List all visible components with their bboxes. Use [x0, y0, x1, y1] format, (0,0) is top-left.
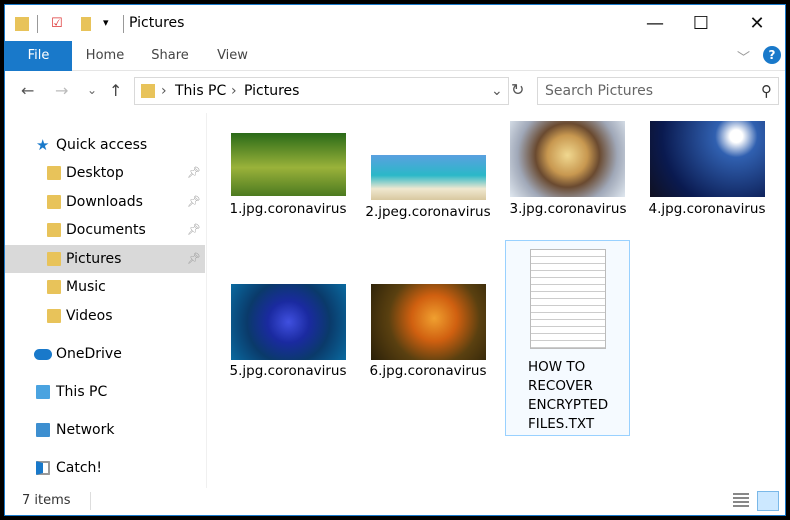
- file-name: 4.jpg.coronavirus: [648, 201, 766, 217]
- tab-view[interactable]: View: [210, 41, 255, 71]
- image-thumbnail: [650, 121, 765, 197]
- up-button[interactable]: ↑: [109, 81, 122, 100]
- sidebar-item-music[interactable]: Music: [5, 273, 205, 301]
- sidebar-item-label: Network: [56, 422, 115, 438]
- folder-pictures-icon: [47, 252, 61, 266]
- sidebar-item-label: Quick access: [56, 137, 148, 153]
- minimize-button[interactable]: —: [635, 11, 675, 37]
- file-name: 2.jpeg.coronavirus: [365, 204, 491, 220]
- address-bar[interactable]: › This PC › Pictures ⌄: [134, 77, 509, 105]
- sidebar-item-pictures[interactable]: Pictures 📌︎: [5, 245, 205, 273]
- expand-ribbon-button[interactable]: ﹀: [737, 47, 750, 66]
- sidebar-item-label: This PC: [56, 384, 108, 400]
- sidebar-item-quick-access[interactable]: ★ Quick access: [5, 131, 205, 159]
- image-thumbnail: [510, 121, 625, 197]
- sidebar-item-videos[interactable]: Videos: [5, 302, 205, 330]
- folder-videos-icon: [47, 309, 61, 323]
- navigation-pane: ★ Quick access Desktop 📌︎ Downloads 📌︎ Docu…: [5, 113, 207, 488]
- close-button[interactable]: ✕: [737, 11, 777, 37]
- text-file-icon: [530, 249, 606, 349]
- image-thumbnail: [371, 155, 486, 200]
- sidebar-item-network[interactable]: Network: [5, 416, 205, 444]
- recent-locations-button[interactable]: ⌄: [87, 83, 97, 97]
- file-item[interactable]: 2.jpeg.coronavirus: [365, 120, 500, 240]
- pin-icon[interactable]: 📌︎: [187, 188, 201, 216]
- sidebar-item-label: OneDrive: [56, 346, 122, 362]
- app-window-icon: [36, 461, 50, 475]
- explorer-window: ☑ ▾ Pictures — ☐ ✕ File Home Share View …: [4, 4, 786, 516]
- tab-file[interactable]: File: [5, 41, 72, 71]
- tab-share[interactable]: Share: [145, 41, 195, 71]
- breadcrumb-separator[interactable]: ›: [231, 78, 237, 104]
- forward-button[interactable]: →: [55, 81, 68, 100]
- pin-icon[interactable]: 📌︎: [187, 245, 201, 273]
- file-item[interactable]: 5.jpg.coronavirus: [230, 280, 360, 400]
- file-name: 1.jpg.coronavirus: [229, 201, 347, 217]
- divider: [90, 492, 91, 510]
- folder-documents-icon: [47, 223, 61, 237]
- large-icons-view-button[interactable]: [757, 491, 779, 511]
- help-button[interactable]: ?: [763, 46, 781, 64]
- network-icon: [36, 423, 50, 437]
- maximize-button[interactable]: ☐: [681, 11, 721, 37]
- pin-icon[interactable]: 📌︎: [187, 216, 201, 244]
- ribbon-tabs: File Home Share View ﹀ ?: [5, 41, 785, 71]
- folder-pictures-icon: [141, 84, 155, 98]
- item-count: 7 items: [22, 493, 71, 508]
- folder-music-icon: [47, 280, 61, 294]
- folder-downloads-icon: [47, 195, 61, 209]
- image-thumbnail: [231, 284, 346, 360]
- tab-home[interactable]: Home: [80, 41, 130, 71]
- file-name: 6.jpg.coronavirus: [369, 363, 487, 379]
- sidebar-item-label: Pictures: [66, 251, 122, 267]
- breadcrumb-pictures[interactable]: Pictures: [244, 78, 299, 104]
- qat-dropdown[interactable]: ▾: [103, 16, 109, 29]
- sidebar-item-documents[interactable]: Documents 📌︎: [5, 216, 205, 244]
- sidebar-item-desktop[interactable]: Desktop 📌︎: [5, 159, 205, 187]
- details-view-button[interactable]: [733, 493, 749, 507]
- file-item-selected[interactable]: HOW TO RECOVER ENCRYPTED FILES.TXT: [505, 240, 630, 436]
- sidebar-item-label: Downloads: [66, 194, 143, 210]
- file-item[interactable]: 1.jpg.coronavirus: [230, 120, 360, 240]
- new-folder-icon[interactable]: [81, 17, 91, 31]
- title-bar: ☑ ▾ Pictures — ☐ ✕: [5, 5, 785, 41]
- search-placeholder: Search Pictures: [545, 83, 653, 99]
- image-thumbnail: [231, 133, 346, 196]
- cloud-icon: [34, 349, 52, 360]
- sidebar-item-downloads[interactable]: Downloads 📌︎: [5, 188, 205, 216]
- breadcrumb-this-pc[interactable]: This PC: [175, 78, 226, 104]
- file-item[interactable]: 6.jpg.coronavirus: [370, 280, 500, 400]
- folder-desktop-icon: [47, 166, 61, 180]
- image-thumbnail: [371, 284, 486, 360]
- sidebar-item-this-pc[interactable]: This PC: [5, 378, 205, 406]
- search-input[interactable]: Search Pictures ⚲: [537, 77, 779, 105]
- file-name: HOW TO RECOVER ENCRYPTED FILES.TXT: [528, 359, 609, 432]
- window-title: Pictures: [129, 15, 185, 31]
- search-icon: ⚲: [761, 82, 772, 100]
- breadcrumb-separator[interactable]: ›: [161, 78, 167, 104]
- file-name: 3.jpg.coronavirus: [509, 201, 627, 217]
- sidebar-item-label: Music: [66, 279, 106, 295]
- divider: [37, 15, 38, 33]
- sidebar-item-onedrive[interactable]: OneDrive: [5, 340, 205, 368]
- divider: [123, 15, 124, 33]
- sidebar-item-label: Desktop: [66, 165, 124, 181]
- sidebar-item-catch[interactable]: Catch!: [5, 454, 205, 482]
- refresh-button[interactable]: ↻: [511, 80, 524, 99]
- address-dropdown[interactable]: ⌄: [491, 78, 503, 104]
- file-item[interactable]: 4.jpg.coronavirus: [649, 120, 779, 240]
- computer-icon: [36, 385, 50, 399]
- pin-icon[interactable]: 📌︎: [187, 159, 201, 187]
- sidebar-item-label: Documents: [66, 222, 146, 238]
- folder-pictures-icon: [15, 17, 29, 31]
- status-bar: 7 items: [5, 489, 785, 516]
- sidebar-item-label: Videos: [66, 308, 113, 324]
- properties-icon[interactable]: ☑: [51, 16, 63, 31]
- star-icon: ★: [36, 136, 50, 154]
- sidebar-item-label: Catch!: [56, 460, 103, 476]
- file-item[interactable]: 3.jpg.coronavirus: [510, 120, 640, 240]
- back-button[interactable]: ←: [21, 81, 34, 100]
- file-name: 5.jpg.coronavirus: [229, 363, 347, 379]
